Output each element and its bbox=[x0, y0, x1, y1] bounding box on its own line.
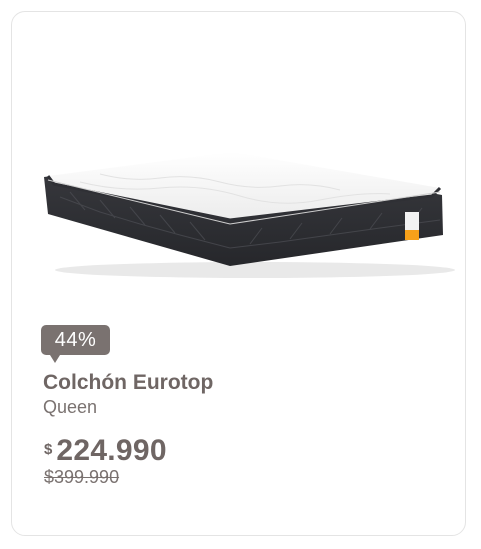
price-row: $224.990 bbox=[44, 434, 167, 468]
product-title[interactable]: Colchón Eurotop bbox=[43, 371, 213, 395]
mattress-image[interactable] bbox=[40, 152, 460, 282]
current-price: 224.990 bbox=[56, 434, 167, 467]
currency-symbol: $ bbox=[44, 441, 53, 458]
product-card[interactable]: 44% Colchón Eurotop Queen $224.990 $399.… bbox=[11, 11, 466, 536]
product-size: Queen bbox=[43, 397, 98, 417]
discount-label: 44% bbox=[54, 329, 97, 351]
discount-badge: 44% bbox=[41, 325, 110, 363]
old-price: $399.990 bbox=[44, 467, 120, 487]
